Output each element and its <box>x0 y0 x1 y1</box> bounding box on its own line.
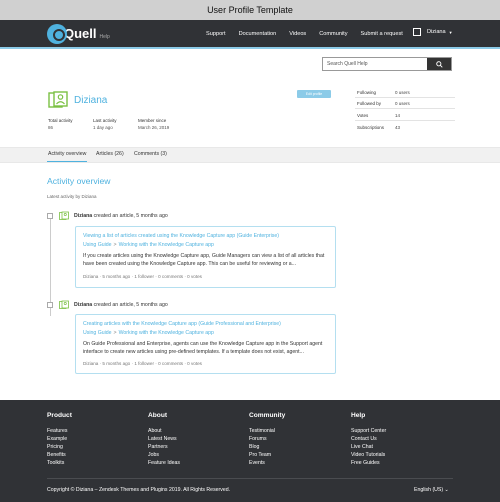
copyright-text: Copyright © Diziana – Zendesk Themes and… <box>47 487 231 493</box>
breadcrumb-separator: > <box>113 242 117 248</box>
footer-link[interactable]: Benefits <box>47 452 137 460</box>
breadcrumb: Using Guide > Working with the Knowledge… <box>83 242 214 248</box>
footer-divider <box>47 478 453 479</box>
footer-link[interactable]: Partners <box>148 444 238 452</box>
tab-comments[interactable]: Comments (3) <box>134 151 167 157</box>
footer-link[interactable]: Jobs <box>148 452 238 460</box>
divider <box>355 97 455 98</box>
nav-videos[interactable]: Videos <box>289 31 306 37</box>
user-avatar-icon <box>413 28 421 36</box>
search-icon <box>435 60 443 68</box>
language-selector[interactable]: English (US) ⌄ <box>414 487 449 493</box>
breadcrumb-child[interactable]: Working with the Knowledge Capture app <box>119 330 214 336</box>
article-icon <box>47 213 53 219</box>
article-icon <box>47 302 53 308</box>
stat-member-since-label: Member since <box>138 118 167 123</box>
footer-column-about: About About Latest News Partners Jobs Fe… <box>148 412 238 468</box>
edit-profile-button[interactable]: Edit profile <box>297 90 331 98</box>
logo-subtext: Help <box>99 33 110 40</box>
breadcrumb-separator: > <box>113 330 117 336</box>
activity-user-link[interactable]: Diziana <box>74 302 92 308</box>
main-nav: Support Documentation Videos Community S… <box>206 31 416 37</box>
divider <box>355 120 455 121</box>
article-title-link[interactable]: Viewing a list of articles created using… <box>83 233 279 239</box>
footer-link[interactable]: Testimonial <box>249 428 339 436</box>
search-box <box>322 57 452 71</box>
stat-last-activity-label: Last activity <box>93 118 117 123</box>
user-avatar-icon[interactable] <box>59 211 69 221</box>
footer-link[interactable]: Blog <box>249 444 339 452</box>
logo-text: Quell <box>64 26 97 41</box>
nav-submit-request[interactable]: Submit a request <box>361 31 403 37</box>
footer-heading: Help <box>351 412 366 419</box>
footer-link[interactable]: Video Tutorials <box>351 452 441 460</box>
footer-link[interactable]: Support Center <box>351 428 441 436</box>
nav-support[interactable]: Support <box>206 31 226 37</box>
stat-member-since-value: March 26, 2019 <box>138 125 170 130</box>
article-excerpt: On Guide Professional and Enterprise, ag… <box>83 341 323 356</box>
footer-link[interactable]: Events <box>249 460 339 468</box>
user-menu-name: Diziana <box>427 29 446 35</box>
active-tab-indicator <box>47 161 87 162</box>
footer-link[interactable]: Forums <box>249 436 339 444</box>
logo-icon <box>47 23 67 44</box>
footer-link[interactable]: Free Guides <box>351 460 441 468</box>
search-button[interactable] <box>427 58 451 70</box>
footer-link[interactable]: Example <box>47 436 137 444</box>
footer-link[interactable]: Latest News <box>148 436 238 444</box>
brand-logo[interactable]: Quell Help <box>47 23 110 44</box>
activity-user-link[interactable]: Diziana <box>74 213 92 219</box>
footer-heading: Product <box>47 412 72 419</box>
breadcrumb-parent[interactable]: Using Guide <box>83 242 112 248</box>
tab-articles[interactable]: Articles (26) <box>96 151 124 157</box>
section-title: Activity overview <box>47 176 111 186</box>
article-meta: Diziana · 5 months ago · 1 follower · 0 … <box>83 361 202 366</box>
footer-link[interactable]: Toolkits <box>47 460 137 468</box>
nav-accent-bar <box>0 47 500 49</box>
window-title: User Profile Template <box>0 0 500 20</box>
footer-link[interactable]: Feature Ideas <box>148 460 238 468</box>
stat-last-activity-value: 1 day ago <box>93 125 113 130</box>
stat-total-activity-value: 86 <box>48 125 54 130</box>
stat-total-activity-label: Total activity <box>48 118 73 123</box>
side-stat-votes: Votes 14 <box>357 113 401 118</box>
user-avatar-icon[interactable] <box>59 300 69 310</box>
footer-link[interactable]: Live Chat <box>351 444 441 452</box>
side-stat-following: Following 0 users <box>357 90 410 95</box>
footer-column-help: Help Support Center Contact Us Live Chat… <box>351 412 441 468</box>
article-title-link[interactable]: Creating articles with the Knowledge Cap… <box>83 321 281 327</box>
side-stat-subscriptions: Subscriptions 43 <box>357 125 401 130</box>
breadcrumb-parent[interactable]: Using Guide <box>83 330 112 336</box>
footer-link[interactable]: About <box>148 428 238 436</box>
article-meta: Diziana · 5 months ago · 1 follower · 0 … <box>83 274 202 279</box>
side-stat-followed-by: Followed by 0 users <box>357 101 410 106</box>
footer-link[interactable]: Contact Us <box>351 436 441 444</box>
footer-heading: Community <box>249 412 286 419</box>
article-excerpt: If you create articles using the Knowled… <box>83 253 325 268</box>
nav-community[interactable]: Community <box>319 31 347 37</box>
footer-link[interactable]: Pricing <box>47 444 137 452</box>
activity-card: Viewing a list of articles created using… <box>75 226 336 288</box>
user-menu[interactable]: Diziana ▼ <box>413 28 453 36</box>
footer-heading: About <box>148 412 168 419</box>
breadcrumb-child[interactable]: Working with the Knowledge Capture app <box>119 242 214 248</box>
profile-name: Diziana <box>74 95 108 106</box>
profile-avatar-icon <box>48 91 68 108</box>
tab-activity-overview[interactable]: Activity overview <box>48 151 86 157</box>
footer-column-community: Community Testimonial Forums Blog Pro Te… <box>249 412 339 468</box>
chevron-down-icon: ▼ <box>448 29 453 35</box>
nav-documentation[interactable]: Documentation <box>239 31 277 37</box>
footer-column-product: Product Features Example Pricing Benefit… <box>47 412 137 468</box>
section-subtitle: Latest activity by Diziana <box>47 194 97 199</box>
activity-entry-header: Diziana created an article, 5 months ago <box>74 213 168 219</box>
activity-card: Creating articles with the Knowledge Cap… <box>75 314 336 374</box>
divider <box>355 108 455 109</box>
breadcrumb: Using Guide > Working with the Knowledge… <box>83 330 214 336</box>
search-input[interactable] <box>323 58 427 70</box>
footer-link[interactable]: Features <box>47 428 137 436</box>
activity-entry-header: Diziana created an article, 5 months ago <box>74 302 168 308</box>
footer-link[interactable]: Pro Team <box>249 452 339 460</box>
